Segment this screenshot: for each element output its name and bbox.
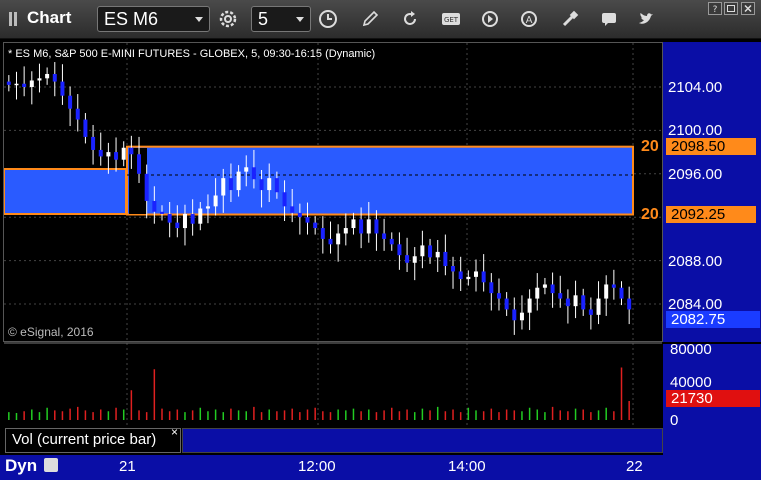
close-study-icon[interactable]: × [171, 425, 178, 439]
time-label: 21 [119, 458, 136, 475]
time-label: 14:00 [448, 458, 486, 475]
volume-label: 40000 [670, 374, 712, 391]
upper-level-tag[interactable]: 2098.50 [666, 138, 756, 155]
price-label: 2104.00 [668, 79, 723, 96]
lock-icon[interactable] [44, 458, 58, 472]
time-label: 12:00 [298, 458, 336, 475]
chart-frame [3, 42, 663, 342]
dynamic-mode-label[interactable]: Dyn [5, 456, 37, 476]
volume-label: 0 [670, 412, 679, 429]
price-label: 2100.00 [668, 122, 723, 139]
price-label: 2096.00 [668, 166, 723, 183]
volume-tag: 21730 [666, 390, 760, 407]
level-count: 20 [641, 138, 659, 155]
level-count: 20 [641, 206, 659, 223]
chart-description: * ES M6, S&P 500 E-MINI FUTURES - GLOBEX… [8, 48, 376, 60]
study-value-box [182, 428, 663, 453]
lower-level-tag[interactable]: 2092.25 [666, 206, 756, 223]
last-price-tag: 2082.75 [666, 311, 760, 328]
time-label: 22 [626, 458, 643, 475]
study-label[interactable]: Vol (current price bar) [5, 428, 181, 453]
price-label: 2088.00 [668, 253, 723, 270]
watermark: © eSignal, 2016 [8, 325, 94, 339]
volume-label: 80000 [670, 341, 712, 358]
